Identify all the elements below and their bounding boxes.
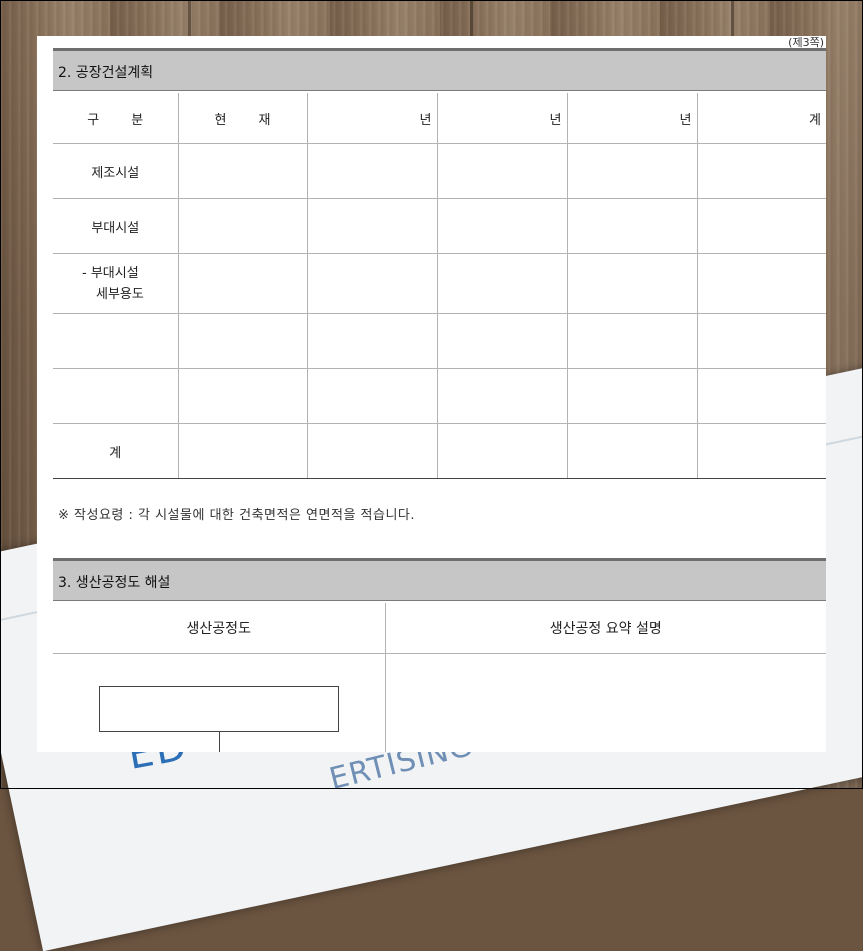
table-cell[interactable] xyxy=(177,313,308,369)
document-sheet: (제3쪽) 2. 공장건설계획 구 분 현 재 년 년 년 계 제조시설 부대시… xyxy=(37,36,826,752)
table-cell[interactable] xyxy=(696,423,826,479)
table-cell[interactable] xyxy=(177,198,308,254)
table-cell[interactable] xyxy=(436,423,568,479)
table-cell[interactable] xyxy=(436,313,568,369)
table-cell[interactable] xyxy=(436,198,568,254)
process-diagram-area[interactable] xyxy=(53,653,386,752)
table-cell[interactable] xyxy=(696,313,826,369)
table-cell[interactable] xyxy=(177,368,308,424)
table-header-row: 구 분 현 재 년 년 년 계 xyxy=(53,93,826,144)
table-cell[interactable] xyxy=(306,143,438,199)
table-row: 부대시설 xyxy=(53,198,826,254)
section-3-title: 3. 생산공정도 해설 xyxy=(58,575,171,591)
header-current: 현 재 xyxy=(177,93,308,144)
section-2-header: 2. 공장건설계획 xyxy=(53,48,826,91)
table-cell[interactable] xyxy=(566,313,698,369)
process-header-row: 생산공정도 생산공정 요약 설명 xyxy=(53,603,826,654)
table-row: 제조시설 xyxy=(53,143,826,199)
writing-guide-note: ※ 작성요령 : 각 시설물에 대한 건축면적은 연면적을 적습니다. xyxy=(58,508,416,523)
row-label-manufacturing: 제조시설 xyxy=(53,143,179,199)
process-connector-line xyxy=(219,732,220,752)
table-cell[interactable] xyxy=(306,423,438,479)
header-year-3: 년 xyxy=(566,93,698,144)
table-cell[interactable] xyxy=(306,368,438,424)
header-year-1: 년 xyxy=(306,93,438,144)
table-cell[interactable] xyxy=(306,253,438,314)
row-label-auxiliary-detail: - 부대시설 세부용도 xyxy=(53,253,179,314)
process-summary-area[interactable] xyxy=(384,653,826,752)
table-cell[interactable] xyxy=(177,143,308,199)
row-label-line-1: - 부대시설 xyxy=(82,265,139,281)
row-label-total: 계 xyxy=(53,423,179,479)
row-label-blank[interactable] xyxy=(53,368,179,424)
table-cell[interactable] xyxy=(696,253,826,314)
table-cell[interactable] xyxy=(436,368,568,424)
table-total-row: 계 xyxy=(53,423,826,479)
row-label-auxiliary: 부대시설 xyxy=(53,198,179,254)
header-total: 계 xyxy=(696,93,826,144)
row-label-line-2: 세부용도 xyxy=(96,286,144,302)
table-row xyxy=(53,368,826,424)
table-row xyxy=(53,313,826,369)
table-cell[interactable] xyxy=(177,423,308,479)
table-cell[interactable] xyxy=(177,253,308,314)
table-cell[interactable] xyxy=(566,143,698,199)
table-row: - 부대시설 세부용도 xyxy=(53,253,826,314)
process-diagram-header: 생산공정도 xyxy=(53,603,386,654)
table-cell[interactable] xyxy=(696,198,826,254)
table-cell[interactable] xyxy=(436,143,568,199)
header-category: 구 분 xyxy=(53,93,179,144)
factory-construction-plan-table: 구 분 현 재 년 년 년 계 제조시설 부대시설 - 부대시설 세부용도 계 xyxy=(53,93,826,479)
table-cell[interactable] xyxy=(566,368,698,424)
process-step-box[interactable] xyxy=(99,686,339,732)
production-process-table: 생산공정도 생산공정 요약 설명 xyxy=(53,603,826,752)
table-cell[interactable] xyxy=(566,198,698,254)
table-cell[interactable] xyxy=(696,143,826,199)
section-2-title: 2. 공장건설계획 xyxy=(58,65,154,81)
header-year-2: 년 xyxy=(436,93,568,144)
table-cell[interactable] xyxy=(306,313,438,369)
table-cell[interactable] xyxy=(436,253,568,314)
table-cell[interactable] xyxy=(306,198,438,254)
table-cell[interactable] xyxy=(566,423,698,479)
section-3-header: 3. 생산공정도 해설 xyxy=(53,558,826,601)
process-summary-header: 생산공정 요약 설명 xyxy=(384,603,826,654)
process-body-row xyxy=(53,653,826,752)
table-cell[interactable] xyxy=(566,253,698,314)
table-cell[interactable] xyxy=(696,368,826,424)
row-label-blank[interactable] xyxy=(53,313,179,369)
